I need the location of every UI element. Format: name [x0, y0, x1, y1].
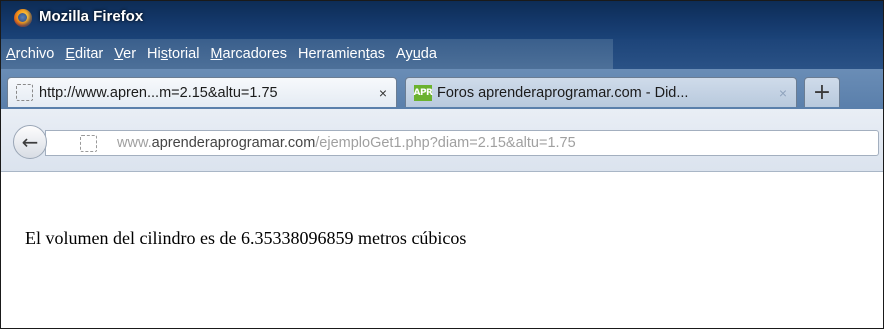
- tab-active[interactable]: http://www.apren...m=2.15&altu=1.75 ×: [7, 77, 397, 107]
- browser-window: Mozilla Firefox Archivo Editar Ver Histo…: [0, 0, 884, 329]
- new-tab-button[interactable]: +: [804, 77, 840, 107]
- back-button[interactable]: ←: [13, 125, 47, 159]
- menu-historial[interactable]: Historial: [142, 46, 205, 62]
- blank-page-icon: [16, 84, 33, 101]
- close-tab-icon[interactable]: ×: [374, 85, 392, 101]
- menu-archivo[interactable]: Archivo: [1, 46, 60, 62]
- tab-strip: http://www.apren...m=2.15&altu=1.75 × AP…: [1, 69, 883, 109]
- menu-bar-filler: [613, 39, 883, 69]
- close-tab-icon[interactable]: ×: [774, 85, 792, 101]
- title-bar: Mozilla Firefox: [1, 1, 883, 39]
- apr-site-icon: APR: [414, 84, 433, 101]
- window-title: Mozilla Firefox: [39, 8, 144, 25]
- firefox-logo-icon: [14, 9, 32, 27]
- url-bar[interactable]: www.aprenderaprogramar.com/ejemploGet1.p…: [45, 130, 879, 156]
- menu-editar[interactable]: Editar: [60, 46, 109, 62]
- page-content: El volumen del cilindro es de 6.35338096…: [1, 172, 883, 328]
- menu-herramientas[interactable]: Herramientas: [293, 46, 391, 62]
- tab-foros[interactable]: APR Foros aprenderaprogramar.com - Did..…: [405, 77, 797, 107]
- menu-marcadores[interactable]: Marcadores: [205, 46, 293, 62]
- navigation-bar: www.aprenderaprogramar.com/ejemploGet1.p…: [1, 109, 883, 172]
- url-text[interactable]: www.aprenderaprogramar.com/ejemploGet1.p…: [117, 135, 576, 151]
- back-arrow-icon: ←: [21, 130, 39, 154]
- menu-ver[interactable]: Ver: [109, 46, 142, 62]
- blank-page-icon: [80, 134, 97, 152]
- tab-title: Foros aprenderaprogramar.com - Did...: [437, 84, 689, 101]
- menu-ayuda[interactable]: Ayuda: [391, 46, 443, 62]
- tab-title: http://www.apren...m=2.15&altu=1.75: [39, 84, 278, 101]
- menu-bar: Archivo Editar Ver Historial Marcadores …: [1, 41, 443, 67]
- result-text: El volumen del cilindro es de 6.35338096…: [25, 228, 467, 248]
